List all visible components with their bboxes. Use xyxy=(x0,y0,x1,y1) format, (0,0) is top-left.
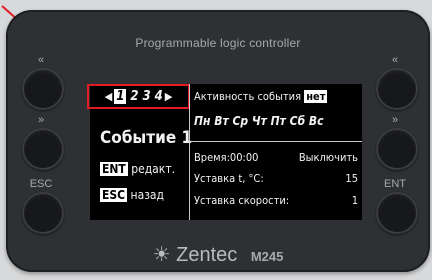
left-down-button[interactable] xyxy=(22,128,64,170)
ent-label: ENT xyxy=(384,178,406,190)
setpoint-speed-row: Уставка скорости: 1 xyxy=(194,194,358,207)
brand-sun-icon: ☀ xyxy=(152,244,171,266)
brand-name: Zentec xyxy=(176,244,238,266)
time-row: Время:00:00 Выключить xyxy=(194,151,358,164)
setpoint-temp-row: Уставка t, °C: 15 xyxy=(194,172,358,185)
left-up-button[interactable] xyxy=(22,68,64,110)
setpoint-temp-value[interactable]: 15 xyxy=(345,172,358,185)
esc-key-chip: ESC xyxy=(100,188,128,202)
screen-divider-horizontal xyxy=(190,141,362,142)
esc-button[interactable] xyxy=(22,192,64,234)
ent-hint: ENT редакт. xyxy=(100,162,175,176)
brand-logo: ☀ Zentec M245 xyxy=(6,242,430,267)
esc-hint-text: назад xyxy=(130,188,165,202)
model-name: M245 xyxy=(250,249,284,264)
event-tabs: ◀ 1 2 3 4 ▶ xyxy=(87,84,190,109)
tab-event-3[interactable]: 3 xyxy=(143,89,151,104)
time-label: Время:00:00 xyxy=(194,151,259,164)
activity-row: Активность события нет xyxy=(194,90,328,103)
activity-value[interactable]: нет xyxy=(304,90,328,103)
right-up-button[interactable] xyxy=(376,68,418,110)
ent-hint-text: редакт. xyxy=(131,162,176,176)
esc-hint: ESC назад xyxy=(100,188,164,202)
device-title: Programmable logic controller xyxy=(135,36,301,50)
esc-label: ESC xyxy=(29,178,53,190)
setpoint-speed-label: Уставка скорости: xyxy=(194,194,290,207)
event-title: Событие 1 xyxy=(100,128,193,148)
setpoint-speed-value[interactable]: 1 xyxy=(352,194,358,207)
left-down-label: » xyxy=(37,114,45,126)
right-down-label: » xyxy=(391,114,399,126)
tab-event-2[interactable]: 2 xyxy=(130,89,138,104)
screen-divider-vertical xyxy=(189,84,190,220)
tab-prev-icon: ◀ xyxy=(104,90,113,103)
tab-event-1[interactable]: 1 xyxy=(114,89,127,104)
right-up-label: « xyxy=(391,54,399,66)
ent-button[interactable] xyxy=(376,192,418,234)
setpoint-temp-label: Уставка t, °C: xyxy=(194,172,264,185)
plc-device: Programmable logic controller « » ESC « … xyxy=(6,10,430,272)
right-down-button[interactable] xyxy=(376,128,418,170)
ent-key-chip: ENT xyxy=(100,162,128,176)
left-up-label: « xyxy=(37,54,45,66)
weekday-row[interactable]: Пн Вт Ср Чт Пт Сб Вс xyxy=(194,114,324,128)
activity-label: Активность события xyxy=(194,90,302,103)
tab-event-4[interactable]: 4 xyxy=(155,89,163,104)
lcd-screen: ◀ 1 2 3 4 ▶ Событие 1 ENT редакт. ESC на… xyxy=(87,84,362,220)
tab-next-icon: ▶ xyxy=(164,90,173,103)
time-action[interactable]: Выключить xyxy=(299,151,358,164)
